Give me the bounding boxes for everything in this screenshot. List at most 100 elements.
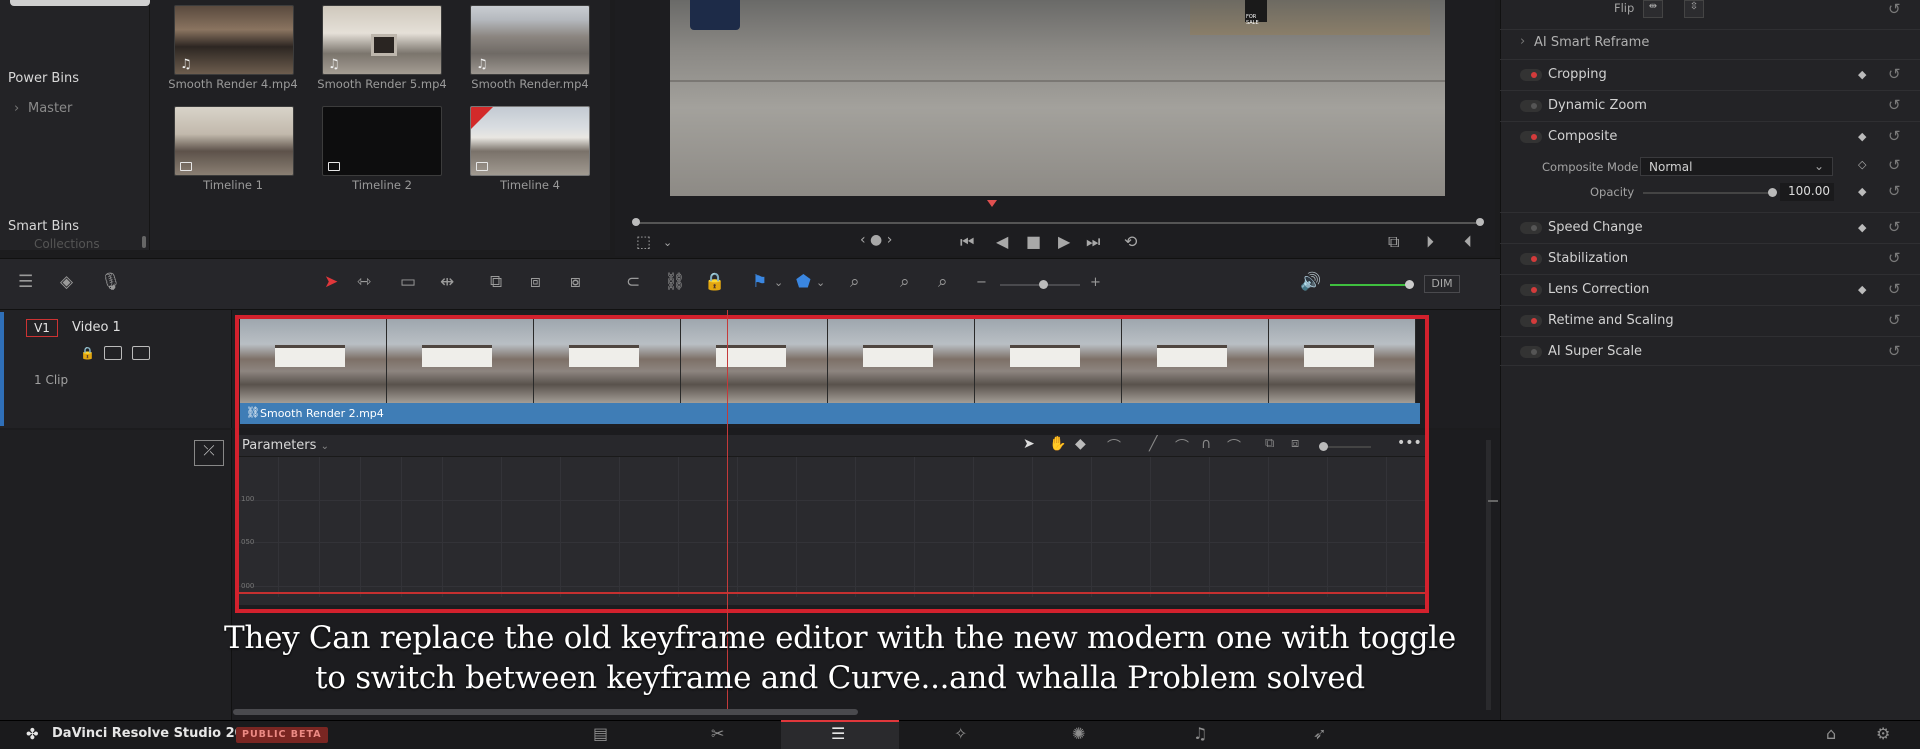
- linked-selection-icon[interactable]: ⛓: [664, 272, 686, 292]
- opacity-value-field[interactable]: 100.00: [1780, 183, 1834, 201]
- skip-end-icon[interactable]: ⏭: [1086, 232, 1100, 252]
- keyframe-view-icon[interactable]: ◈: [60, 272, 73, 292]
- zoom-full-icon[interactable]: ⌕: [850, 272, 860, 292]
- color-page-icon[interactable]: ✺: [1072, 724, 1085, 743]
- reset-icon[interactable]: ↺: [1888, 0, 1901, 18]
- microphone-icon[interactable]: 🎙: [100, 272, 122, 292]
- viewer-playhead[interactable]: [987, 200, 997, 207]
- keyframe-diamond-icon[interactable]: ◆: [1858, 68, 1866, 81]
- chevron-down-icon[interactable]: ⌄: [816, 276, 825, 289]
- flip-horizontal-button[interactable]: ⇹: [1643, 0, 1663, 18]
- zoom-slider-handle[interactable]: [1039, 280, 1048, 289]
- volume-slider-handle[interactable]: [1405, 280, 1414, 289]
- reset-icon[interactable]: ↺: [1888, 127, 1901, 145]
- enable-toggle[interactable]: [1520, 253, 1542, 265]
- section-lens-correction[interactable]: Lens Correction ◆ ↺: [1500, 274, 1920, 304]
- enable-toggle[interactable]: [1520, 69, 1542, 81]
- keyframe-diamond-icon[interactable]: ◆: [1858, 185, 1866, 198]
- section-dynamic-zoom[interactable]: Dynamic Zoom ↺: [1500, 90, 1920, 120]
- timeline-thumb[interactable]: [174, 106, 294, 176]
- dynamic-trim-icon[interactable]: ▭: [400, 272, 416, 292]
- insert-clip-icon[interactable]: ⧉: [490, 272, 502, 292]
- enable-toggle[interactable]: [1520, 284, 1542, 296]
- dim-button[interactable]: DIM: [1424, 275, 1460, 293]
- home-icon[interactable]: ⌂: [1826, 724, 1836, 743]
- trim-tool-icon[interactable]: ⇿: [357, 272, 371, 292]
- ai-smart-reframe-row[interactable]: › AI Smart Reframe: [1500, 29, 1920, 55]
- media-thumb[interactable]: ♫: [174, 5, 294, 75]
- vertical-scrollbar[interactable]: [1486, 440, 1491, 710]
- enable-toggle[interactable]: [1520, 315, 1542, 327]
- section-retime-and-scaling[interactable]: Retime and Scaling ↺: [1500, 305, 1920, 335]
- edit-page-icon[interactable]: ☰: [831, 724, 845, 743]
- reset-icon[interactable]: ↺: [1888, 311, 1901, 329]
- chevron-down-icon[interactable]: ⌄: [774, 276, 783, 289]
- stop-icon[interactable]: ■: [1026, 232, 1041, 251]
- zoom-in-icon[interactable]: +: [1090, 275, 1101, 290]
- play-icon[interactable]: ▶: [1058, 232, 1070, 251]
- scroll-thumb[interactable]: [10, 0, 150, 6]
- reset-icon[interactable]: ↺: [1888, 342, 1901, 360]
- prev-edit-icon[interactable]: ⏴: [1464, 232, 1472, 252]
- play-reverse-icon[interactable]: ◀: [996, 232, 1008, 251]
- reset-icon[interactable]: ↺: [1888, 182, 1901, 200]
- skip-start-icon[interactable]: ⏮: [960, 232, 974, 252]
- keyframe-diamond-icon[interactable]: ◆: [1858, 283, 1866, 296]
- blade-tool-icon[interactable]: ⇹: [440, 272, 454, 292]
- reset-icon[interactable]: ↺: [1888, 65, 1901, 83]
- keyframe-diamond-icon[interactable]: ◆: [1858, 130, 1866, 143]
- track-name[interactable]: Video 1: [72, 320, 121, 335]
- next-edit-icon[interactable]: ⏵: [1426, 232, 1434, 252]
- settings-gear-icon[interactable]: ⚙: [1876, 724, 1890, 743]
- media-page-icon[interactable]: ▤: [593, 724, 608, 743]
- scrubber-out-handle[interactable]: [1476, 218, 1484, 226]
- reset-icon[interactable]: ↺: [1888, 249, 1901, 267]
- deliver-page-icon[interactable]: ➶: [1313, 724, 1326, 743]
- enable-toggle[interactable]: [1520, 346, 1542, 358]
- fairlight-page-icon[interactable]: ♫: [1193, 724, 1207, 743]
- enable-toggle[interactable]: [1520, 131, 1542, 143]
- scrollbar-thumb[interactable]: [1488, 500, 1498, 502]
- match-frame-icon[interactable]: ⧉: [1388, 232, 1399, 252]
- selection-tool-icon[interactable]: ➤: [324, 272, 338, 292]
- position-lock-icon[interactable]: 🔒: [704, 272, 725, 292]
- bins-scrollbar[interactable]: [142, 236, 146, 248]
- fusion-page-icon[interactable]: ✧: [954, 724, 967, 743]
- horizontal-scrollbar[interactable]: [233, 709, 858, 715]
- section-ai-super-scale[interactable]: AI Super Scale ↺: [1500, 336, 1920, 366]
- overwrite-clip-icon[interactable]: ⧈: [530, 272, 541, 292]
- section-speed-change[interactable]: Speed Change ◆ ↺: [1500, 212, 1920, 242]
- jog-control-icon[interactable]: ‹ ● ›: [860, 232, 892, 248]
- keyframe-diamond-icon[interactable]: ◆: [1858, 221, 1866, 234]
- crop-view-icon[interactable]: ⬚: [636, 232, 651, 251]
- media-thumb[interactable]: ♫: [322, 5, 442, 75]
- replace-clip-icon[interactable]: ⧇: [570, 272, 581, 292]
- bin-item-master[interactable]: › Master: [14, 101, 72, 116]
- marker-icon[interactable]: ⬟: [796, 272, 811, 292]
- speaker-icon[interactable]: 🔊: [1300, 272, 1321, 292]
- zoom-detail-icon[interactable]: ⌕: [900, 272, 910, 292]
- keyframe-diamond-icon[interactable]: ◇: [1858, 158, 1866, 171]
- opacity-slider-handle[interactable]: [1768, 188, 1777, 197]
- loop-icon[interactable]: ⟲: [1124, 232, 1137, 251]
- enable-toggle[interactable]: [1520, 222, 1542, 234]
- volume-slider[interactable]: [1330, 284, 1410, 286]
- lock-icon[interactable]: 🔒: [80, 346, 95, 360]
- chevron-down-icon[interactable]: ⌄: [663, 236, 672, 249]
- flag-icon[interactable]: ⚑: [752, 272, 767, 292]
- enable-toggle[interactable]: [1520, 100, 1542, 112]
- snapping-icon[interactable]: ⊂: [626, 272, 640, 292]
- timeline-view-options-icon[interactable]: ☰: [18, 272, 33, 292]
- composite-mode-select[interactable]: Normal ⌄: [1640, 157, 1833, 176]
- section-composite[interactable]: Composite ◆ ↺: [1500, 121, 1920, 151]
- viewer-scrubber[interactable]: [635, 222, 1480, 224]
- media-thumb[interactable]: ♫: [470, 5, 590, 75]
- reset-icon[interactable]: ↺: [1888, 218, 1901, 236]
- flip-vertical-button[interactable]: ⇳: [1684, 0, 1704, 18]
- collapse-editor-icon[interactable]: ⤫: [194, 440, 224, 466]
- timeline-thumb[interactable]: [470, 106, 590, 176]
- opacity-slider[interactable]: [1643, 192, 1773, 194]
- zoom-custom-icon[interactable]: ⌕: [938, 272, 948, 292]
- cut-page-icon[interactable]: ✂: [711, 724, 724, 743]
- section-cropping[interactable]: Cropping ◆ ↺: [1500, 59, 1920, 89]
